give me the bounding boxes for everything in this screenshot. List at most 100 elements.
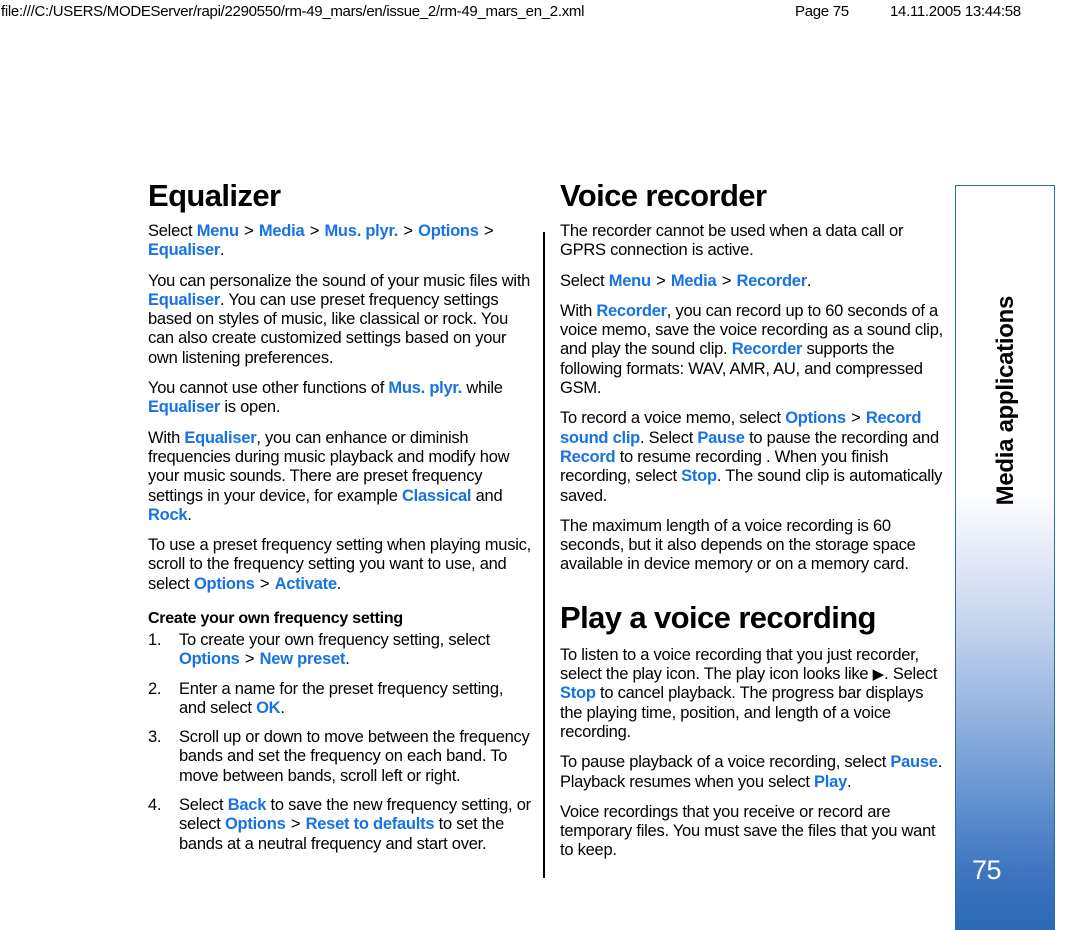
page-title-play-a-voice-recording: Play a voice recording <box>560 599 876 635</box>
play-recording-paragraph-3: Voice recordings that you receive or rec… <box>560 802 936 860</box>
text-run: With <box>560 301 597 320</box>
link-activate[interactable]: Activate <box>275 575 337 593</box>
link-options[interactable]: Options <box>194 575 255 593</box>
text-run: . <box>220 241 225 260</box>
text-run: to pause the recording and <box>744 428 939 447</box>
create-frequency-steps-list: 1. To create your own frequency setting, … <box>148 631 531 854</box>
step-number: 4. <box>148 796 162 814</box>
header-url: file:///C:/USERS/MODEServer/rapi/2290550… <box>1 2 585 20</box>
page-number: 75 <box>972 855 1002 885</box>
link-options[interactable]: Options <box>418 222 479 240</box>
chevron-separator: > <box>286 815 305 834</box>
list-item: 1. To create your own frequency setting, … <box>148 631 531 670</box>
text-run: Select <box>560 271 609 290</box>
link-stop[interactable]: Stop <box>681 467 717 485</box>
play-icon: ▶ <box>872 666 885 684</box>
chevron-separator: > <box>255 574 274 593</box>
voice-recorder-paragraph-1: The recorder cannot be used when a data … <box>560 222 904 260</box>
list-item: 3. Scroll up or down to move between the … <box>148 728 531 786</box>
link-music-player[interactable]: Mus. plyr. <box>324 222 398 240</box>
link-music-player[interactable]: Mus. plyr. <box>388 379 462 397</box>
text-run: . <box>806 271 812 290</box>
equalizer-paragraph-3: You cannot use other functions of Mus. p… <box>148 379 531 418</box>
link-media[interactable]: Media <box>259 222 305 240</box>
chevron-separator: > <box>717 271 736 290</box>
text-run: while <box>462 379 503 398</box>
link-ok[interactable]: OK <box>256 699 281 717</box>
chevron-separator: > <box>479 222 494 240</box>
link-equaliser[interactable]: Equaliser <box>184 429 256 447</box>
link-menu[interactable]: Menu <box>609 272 651 290</box>
text-run: To listen to a voice recording that you … <box>560 645 919 684</box>
link-rock[interactable]: Rock <box>148 506 188 524</box>
link-equaliser[interactable]: Equaliser <box>148 241 220 259</box>
voice-recorder-paragraph-5: The maximum length of a voice recording … <box>560 516 916 574</box>
chevron-separator: > <box>240 650 259 669</box>
chapter-side-tab: Media applications 75 <box>955 185 1055 930</box>
text-run: To pause playback of a voice recording, … <box>560 753 891 772</box>
list-item: 2. Enter a name for the preset frequency … <box>148 680 531 719</box>
link-classical[interactable]: Classical <box>402 487 472 505</box>
text-run: to cancel playback. The progress bar dis… <box>560 684 924 741</box>
page-title-equalizer: Equalizer <box>148 178 281 213</box>
link-record[interactable]: Record <box>560 448 616 466</box>
text-run: . <box>280 698 285 717</box>
equalizer-path-paragraph: Select Menu > Media > Mus. plyr. > Optio… <box>148 222 531 261</box>
text-run: . Select <box>640 428 698 447</box>
link-media[interactable]: Media <box>671 272 717 290</box>
subheading-create-frequency-setting: Create your own frequency setting <box>148 610 403 628</box>
link-reset-to-defaults[interactable]: Reset to defaults <box>306 815 435 833</box>
text-run: is open. <box>220 398 281 417</box>
link-equaliser[interactable]: Equaliser <box>148 291 220 309</box>
text-run: To record a voice memo, select <box>560 409 786 428</box>
header-page-label: Page 75 <box>795 2 849 20</box>
link-options[interactable]: Options <box>225 815 286 833</box>
link-menu[interactable]: Menu <box>197 222 239 240</box>
chapter-label-text: Media applications <box>992 296 1019 506</box>
link-pause[interactable]: Pause <box>697 429 745 447</box>
text-run: Scroll up or down to move between the fr… <box>179 728 530 785</box>
step-number: 1. <box>148 630 162 649</box>
voice-recorder-paragraph-4: To record a voice memo, select Options >… <box>560 409 943 505</box>
link-recorder[interactable]: Recorder <box>596 302 667 320</box>
step-number: 3. <box>148 728 162 747</box>
text-run: Select <box>148 222 197 240</box>
text-run: Enter a name for the preset frequency se… <box>179 679 504 717</box>
link-options[interactable]: Options <box>179 650 240 668</box>
chevron-separator: > <box>651 271 670 290</box>
text-run: To create your own frequency setting, se… <box>179 630 490 649</box>
voice-recorder-path-paragraph: Select Menu > Media > Recorder. <box>560 272 943 291</box>
text-run: and <box>471 486 503 505</box>
link-pause[interactable]: Pause <box>890 753 938 771</box>
header-timestamp: 14.11.2005 13:44:58 <box>890 2 1021 20</box>
equalizer-paragraph-5: To use a preset frequency setting when p… <box>148 536 531 594</box>
link-options[interactable]: Options <box>785 409 846 427</box>
chevron-separator: > <box>399 222 418 240</box>
print-header: file:///C:/USERS/MODEServer/rapi/2290550… <box>0 0 1065 22</box>
chevron-separator: > <box>846 409 865 428</box>
text-run: You cannot use other functions of <box>148 379 389 398</box>
page-body: Equalizer Select Menu > Media > Mus. ply… <box>0 180 1065 930</box>
column-divider <box>543 232 545 878</box>
link-stop[interactable]: Stop <box>560 684 596 702</box>
link-equaliser[interactable]: Equaliser <box>148 398 220 416</box>
play-recording-paragraph-1: To listen to a voice recording that you … <box>560 646 943 742</box>
link-play[interactable]: Play <box>814 773 847 791</box>
text-run: . <box>847 772 852 791</box>
link-recorder[interactable]: Recorder <box>732 340 803 358</box>
text-run: You can personalize the sound of your mu… <box>148 271 531 290</box>
chevron-separator: > <box>239 222 258 240</box>
page-title-voice-recorder: Voice recorder <box>560 178 767 213</box>
text-run: Select <box>179 796 228 814</box>
link-recorder[interactable]: Recorder <box>736 272 807 290</box>
chevron-separator: > <box>305 222 324 240</box>
text-run: . Select <box>884 665 938 684</box>
voice-recorder-paragraph-3: With Recorder, you can record up to 60 s… <box>560 302 943 398</box>
link-new-preset[interactable]: New preset <box>260 650 346 668</box>
equalizer-paragraph-4: With Equaliser, you can enhance or dimin… <box>148 429 531 525</box>
link-back[interactable]: Back <box>228 796 267 814</box>
chapter-label-vertical: Media applications <box>956 236 1054 566</box>
right-column: Voice recorder The recorder cannot be us… <box>560 180 943 861</box>
step-number: 2. <box>148 679 162 698</box>
text-run: . <box>336 574 342 593</box>
